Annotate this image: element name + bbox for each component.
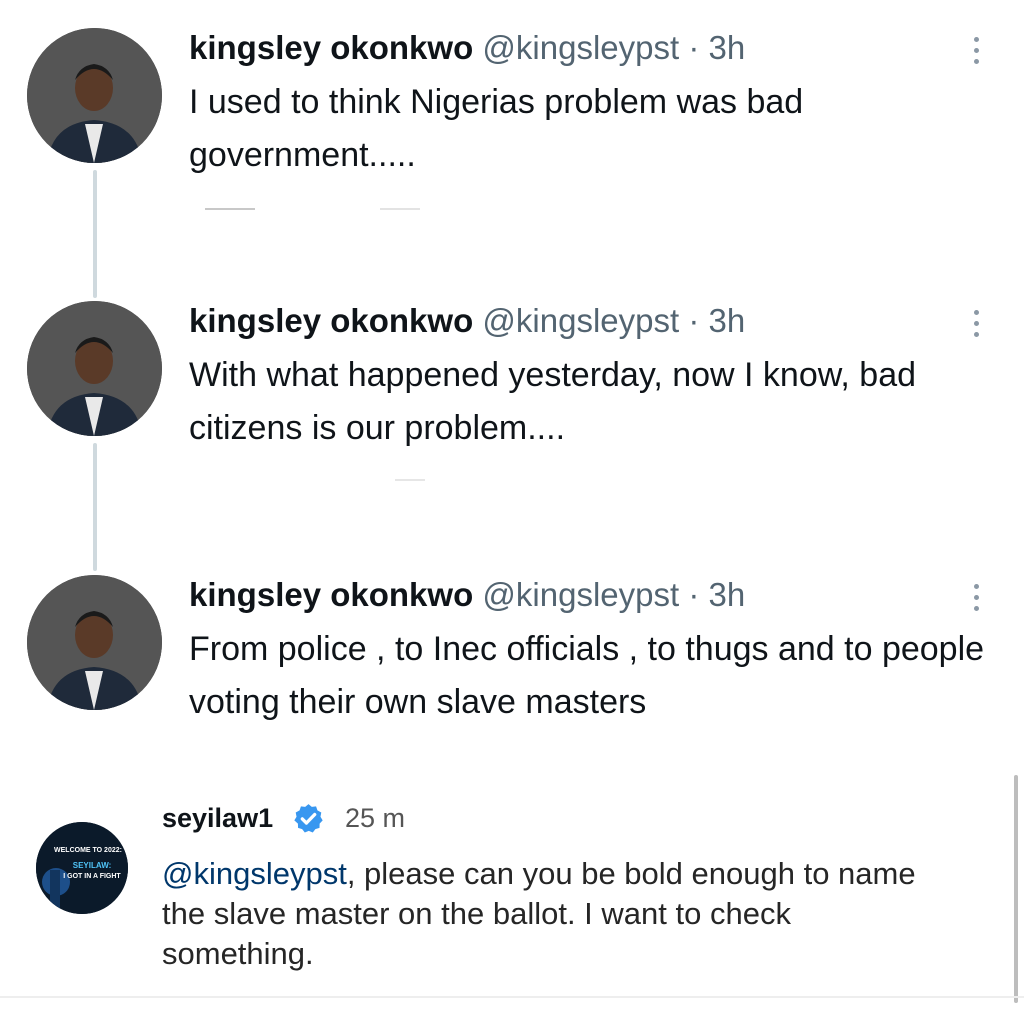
verified-badge-icon — [294, 804, 323, 833]
divider — [205, 208, 255, 210]
tweet-text: With what happened yesterday, now I know… — [189, 356, 917, 447]
scrollbar[interactable] — [1014, 775, 1018, 1003]
tweet[interactable]: kingsley okonkwo @kingsleypst · 3h From … — [0, 575, 1024, 725]
divider — [380, 208, 420, 210]
comment-time: 25 m — [345, 803, 406, 833]
divider — [395, 479, 425, 481]
tweet-text: From police , to Inec officials , to thu… — [189, 630, 985, 721]
more-vertical-icon[interactable] — [968, 30, 984, 70]
author-handle[interactable]: @kingsleypst — [482, 576, 679, 613]
avatar[interactable] — [27, 575, 162, 710]
author-handle[interactable]: @kingsleypst — [482, 29, 679, 66]
tweet[interactable]: kingsley okonkwo @kingsleypst · 3h With … — [0, 301, 1024, 491]
avatar-text: WELCOME TO 2022: — [54, 847, 122, 854]
author-name[interactable]: kingsley okonkwo — [189, 302, 473, 339]
separator-dot: · — [688, 576, 700, 613]
more-vertical-icon[interactable] — [968, 303, 984, 343]
divider — [0, 996, 1024, 998]
profile-photo — [27, 575, 162, 710]
tweet-time[interactable]: 3h — [709, 29, 746, 66]
author-handle[interactable]: @kingsleypst — [482, 302, 679, 339]
avatar-text: SEYILAW: — [73, 861, 112, 870]
tweet-header: kingsley okonkwo @kingsleypst · 3h — [189, 301, 745, 341]
tweet-time[interactable]: 3h — [709, 302, 746, 339]
tweet-text: I used to think Nigerias problem was bad… — [189, 83, 804, 174]
profile-photo: WELCOME TO 2022: SEYILAW: I GOT IN A FIG… — [36, 822, 128, 914]
tweet-header: kingsley okonkwo @kingsleypst · 3h — [189, 575, 745, 615]
separator-dot: · — [688, 302, 700, 339]
avatar[interactable] — [27, 301, 162, 436]
mention-link[interactable]: @kingsleypst — [162, 856, 347, 891]
comment-text: @kingsleypst, please can you be bold eno… — [162, 854, 942, 974]
avatar[interactable]: WELCOME TO 2022: SEYILAW: I GOT IN A FIG… — [36, 822, 128, 914]
tweet-time[interactable]: 3h — [709, 576, 746, 613]
comment-username[interactable]: seyilaw1 — [162, 800, 273, 836]
comment: WELCOME TO 2022: SEYILAW: I GOT IN A FIG… — [0, 800, 1024, 1024]
author-name[interactable]: kingsley okonkwo — [189, 576, 473, 613]
profile-photo — [27, 301, 162, 436]
separator-dot: · — [688, 29, 700, 66]
avatar-text: I GOT IN A FIGHT — [63, 873, 121, 880]
author-name[interactable]: kingsley okonkwo — [189, 29, 473, 66]
profile-photo — [27, 28, 162, 163]
avatar[interactable] — [27, 28, 162, 163]
more-vertical-icon[interactable] — [968, 577, 984, 617]
tweet[interactable]: kingsley okonkwo @kingsleypst · 3h I use… — [0, 28, 1024, 218]
tweet-header: kingsley okonkwo @kingsleypst · 3h — [189, 28, 745, 68]
